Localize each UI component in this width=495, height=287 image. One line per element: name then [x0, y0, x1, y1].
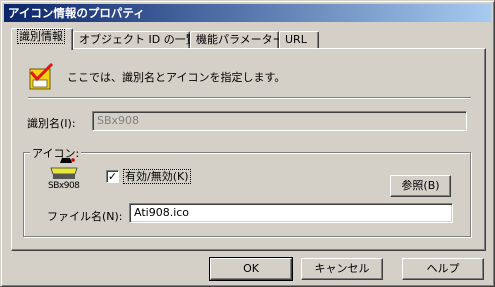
identifier-label: 識別名(I):	[27, 117, 76, 130]
tab-url[interactable]: URL	[279, 31, 319, 49]
identifier-field[interactable]: SBx908	[92, 111, 467, 131]
tab-identification[interactable]: 識別情報	[11, 28, 73, 50]
separator	[28, 97, 471, 99]
device-caption: SBx908	[48, 181, 80, 191]
ok-button[interactable]: OK	[209, 257, 293, 281]
network-switch-icon	[50, 158, 78, 179]
file-name-field[interactable]: Ati908.ico	[129, 203, 453, 223]
properties-dialog: アイコン情報のプロパティ 識別情報 オブジェクト ID の一覧 機能パラメーター…	[0, 0, 495, 287]
tab-function-parameters[interactable]: 機能パラメーター	[190, 31, 284, 49]
info-text: ここでは、識別名とアイコンを指定します。	[67, 71, 286, 84]
checkmark-clipboard-icon	[29, 63, 54, 90]
browse-button[interactable]: 参照(B)	[390, 175, 451, 197]
file-name-label: ファイル名(N):	[47, 210, 123, 223]
enable-checkbox[interactable]: ✓	[106, 170, 119, 183]
cancel-button[interactable]: キャンセル	[301, 258, 383, 280]
help-button[interactable]: ヘルプ	[402, 258, 484, 280]
window-title: アイコン情報のプロパティ	[4, 4, 491, 22]
tab-panel: ここでは、識別名とアイコンを指定します。 識別名(I): SBx908 アイコン…	[11, 48, 486, 251]
enable-label[interactable]: 有効/無効(K)	[123, 168, 191, 184]
tab-object-id-list[interactable]: オブジェクト ID の一覧	[73, 31, 197, 49]
